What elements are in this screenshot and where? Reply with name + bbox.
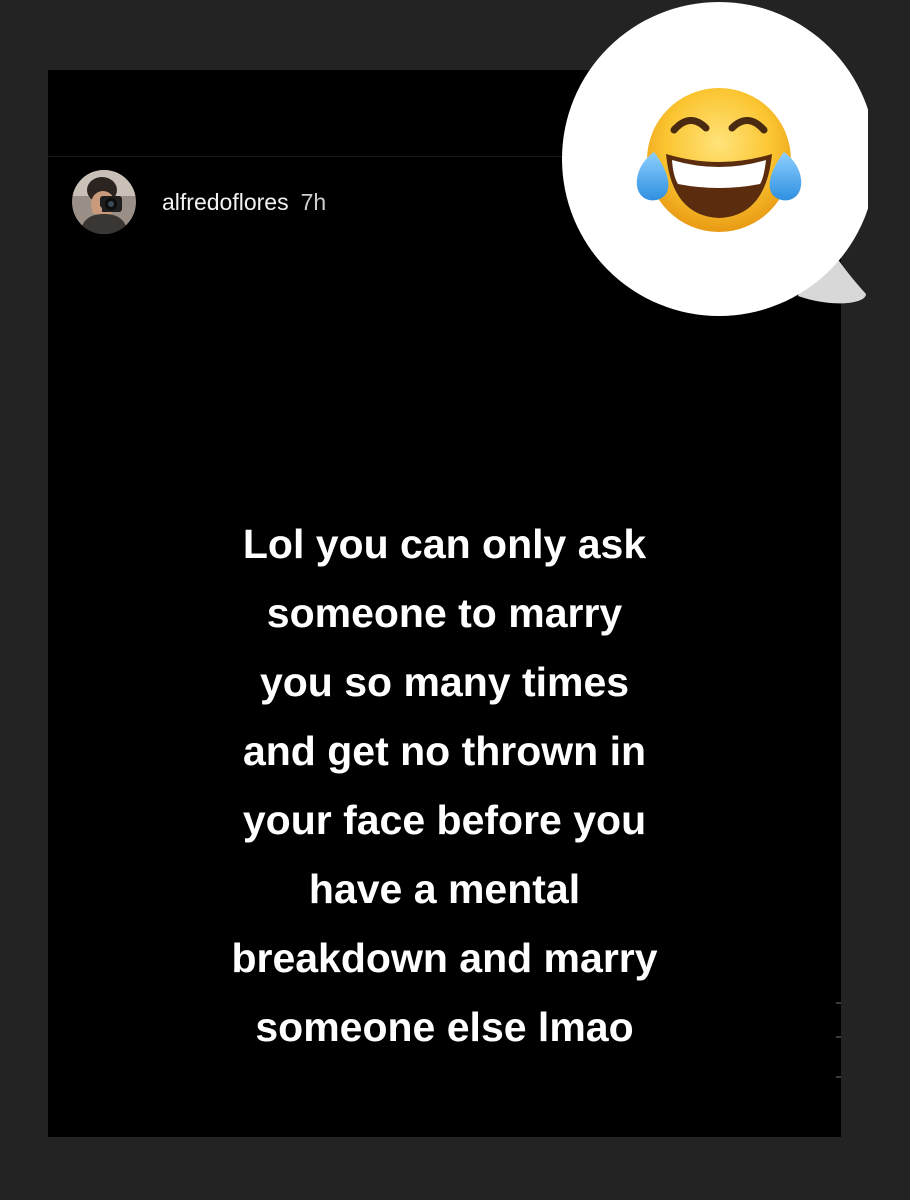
speech-bubble-icon	[562, 2, 868, 316]
profile-photo-icon	[72, 170, 136, 234]
caption-line: breakdown and marry	[231, 935, 658, 981]
username[interactable]: alfredoflores	[162, 189, 289, 216]
story-header: alfredoflores 7h	[72, 169, 326, 235]
caption-line: you so many times	[259, 659, 630, 705]
caption-line: someone to marry	[266, 590, 623, 636]
avatar[interactable]	[72, 170, 136, 234]
caption-line: Lol you can only ask	[242, 521, 647, 567]
caption-line: have a mental	[308, 866, 581, 912]
story-caption: Lol you can only ask someone to marry yo…	[48, 510, 841, 1062]
caption-line: someone else lmao	[255, 1004, 634, 1050]
edge-marks	[836, 1002, 841, 1078]
caption-line: and get no thrown in	[242, 728, 647, 774]
post-time: 7h	[300, 188, 327, 215]
reaction-bubble	[562, 2, 868, 320]
caption-line: your face before you	[242, 797, 647, 843]
